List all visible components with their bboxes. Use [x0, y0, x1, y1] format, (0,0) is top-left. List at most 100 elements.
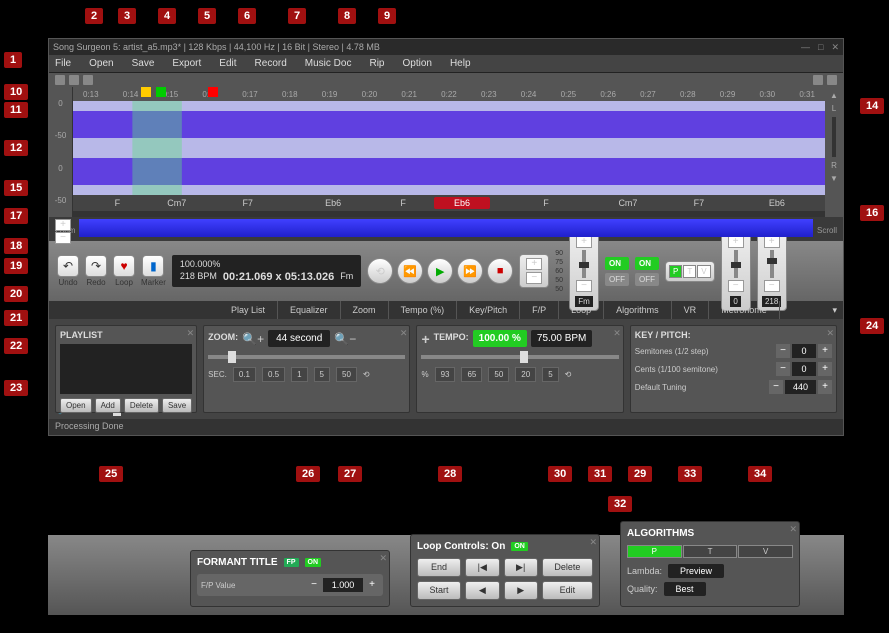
- zoom-preset-button[interactable]: 1: [291, 367, 307, 382]
- slider-thumb[interactable]: [767, 258, 777, 264]
- loop-on-button[interactable]: ON: [635, 257, 659, 270]
- maximize-icon[interactable]: □: [818, 42, 823, 53]
- marker-red-icon[interactable]: [208, 87, 218, 97]
- overview-waveform[interactable]: [79, 219, 813, 237]
- forward-button[interactable]: ⏩: [457, 258, 483, 284]
- tab-tempo[interactable]: Tempo (%): [389, 301, 458, 319]
- nav-up-icon[interactable]: ▲: [830, 91, 838, 100]
- tab-zoom[interactable]: Zoom: [341, 301, 389, 319]
- loop-edit-button[interactable]: Edit: [542, 581, 593, 600]
- loop-next-button[interactable]: ▶: [504, 581, 538, 600]
- zoom-in-button[interactable]: +: [55, 219, 71, 231]
- menu-export[interactable]: Export: [172, 58, 201, 69]
- waveform[interactable]: [73, 101, 825, 195]
- loop-prev-button[interactable]: ◀: [465, 581, 499, 600]
- panel-close-icon[interactable]: ✕: [589, 537, 597, 548]
- slider-thumb[interactable]: [731, 262, 741, 268]
- formant-minus-button[interactable]: −: [307, 578, 321, 592]
- loop-next-end-button[interactable]: ▶|: [504, 558, 538, 577]
- zoom-reset-icon[interactable]: ⟲: [363, 370, 370, 379]
- minimize-icon[interactable]: —: [801, 42, 810, 53]
- nav-down-icon[interactable]: ▼: [830, 174, 838, 183]
- zoom-slider[interactable]: [208, 355, 405, 359]
- metro-minus-button[interactable]: −: [764, 280, 780, 292]
- semi-plus-button[interactable]: +: [818, 344, 832, 358]
- record-button[interactable]: ■: [487, 258, 513, 284]
- fp-off-button[interactable]: OFF: [605, 273, 629, 286]
- menu-open[interactable]: Open: [89, 58, 113, 69]
- zoom-out-icon[interactable]: 🔍−: [334, 332, 356, 346]
- ptv-v-button[interactable]: V: [697, 265, 710, 278]
- loop-on-toggle[interactable]: ON: [511, 542, 528, 551]
- fp-on-button[interactable]: ON: [605, 257, 629, 270]
- playlist-save-button[interactable]: Save: [162, 398, 192, 413]
- undo-button[interactable]: ↶: [57, 255, 79, 277]
- redo-button[interactable]: ↷: [85, 255, 107, 277]
- restart-button[interactable]: ⟲: [367, 258, 393, 284]
- tempo-preset-button[interactable]: 50: [488, 367, 509, 382]
- zoom-preset-button[interactable]: 5: [314, 367, 330, 382]
- menu-save[interactable]: Save: [132, 58, 155, 69]
- marker-yellow-icon[interactable]: [141, 87, 151, 97]
- metro-plus-button[interactable]: +: [764, 236, 780, 248]
- tuning-minus-button[interactable]: −: [769, 380, 783, 394]
- quality-value[interactable]: Best: [664, 582, 706, 596]
- cents-plus-button[interactable]: +: [818, 362, 832, 376]
- metro-slider[interactable]: [770, 250, 774, 278]
- alg-p-button[interactable]: P: [627, 545, 682, 558]
- play-button[interactable]: ▶: [427, 258, 453, 284]
- alg-v-button[interactable]: V: [738, 545, 793, 558]
- panel-close-icon[interactable]: ✕: [400, 328, 408, 339]
- tempo-thumb[interactable]: [520, 351, 528, 363]
- tab-fp[interactable]: F/P: [520, 301, 559, 319]
- panel-close-icon[interactable]: ✕: [187, 328, 195, 339]
- playlist-list[interactable]: [60, 344, 192, 394]
- playlist-open-button[interactable]: Open: [60, 398, 92, 413]
- lambda-value[interactable]: Preview: [668, 564, 724, 578]
- marker-green-icon[interactable]: [156, 87, 166, 97]
- menu-record[interactable]: Record: [255, 58, 287, 69]
- menu-edit[interactable]: Edit: [219, 58, 236, 69]
- toolbar-icon[interactable]: [55, 75, 65, 85]
- tempo-slider[interactable]: [421, 355, 618, 359]
- tempo-reset-icon[interactable]: ⟲: [565, 370, 572, 379]
- loop-end-button[interactable]: End: [417, 558, 461, 577]
- tempo-plus-icon[interactable]: +: [421, 331, 429, 347]
- tempo-preset-button[interactable]: 5: [542, 367, 558, 382]
- loop-off-button[interactable]: OFF: [635, 273, 659, 286]
- vr-minus-button[interactable]: −: [728, 280, 744, 292]
- tempo-plus-button[interactable]: +: [526, 258, 542, 270]
- semi-minus-button[interactable]: −: [776, 344, 790, 358]
- tabs-expand-icon[interactable]: ▾: [832, 305, 843, 316]
- zoom-preset-button[interactable]: 50: [336, 367, 357, 382]
- tab-algorithms[interactable]: Algorithms: [604, 301, 672, 319]
- loop-prev-start-button[interactable]: |◀: [465, 558, 499, 577]
- panel-close-icon[interactable]: ✕: [826, 328, 834, 339]
- vr-plus-button[interactable]: +: [728, 236, 744, 248]
- tab-metronome[interactable]: Metronome: [709, 301, 780, 319]
- ptv-t-button[interactable]: T: [683, 265, 696, 278]
- marker-button[interactable]: ▮: [142, 255, 164, 277]
- tempo-preset-button[interactable]: 93: [435, 367, 456, 382]
- zoom-in-icon[interactable]: 🔍+: [242, 332, 264, 346]
- tempo-minus-button[interactable]: −: [526, 272, 542, 284]
- toolbar-icon[interactable]: [83, 75, 93, 85]
- tab-equalizer[interactable]: Equalizer: [278, 301, 341, 319]
- tempo-preset-button[interactable]: 20: [515, 367, 536, 382]
- key-plus-button[interactable]: +: [576, 236, 592, 248]
- toolbar-icon[interactable]: [69, 75, 79, 85]
- alg-t-button[interactable]: T: [683, 545, 738, 558]
- loop-button[interactable]: ♥: [113, 255, 135, 277]
- formant-plus-button[interactable]: +: [365, 578, 379, 592]
- tempo-preset-button[interactable]: 65: [461, 367, 482, 382]
- menu-option[interactable]: Option: [402, 58, 431, 69]
- tuning-plus-button[interactable]: +: [818, 380, 832, 394]
- panel-close-icon[interactable]: ✕: [789, 524, 797, 535]
- playlist-delete-button[interactable]: Delete: [124, 398, 159, 413]
- ptv-p-button[interactable]: P: [669, 265, 682, 278]
- menu-rip[interactable]: Rip: [369, 58, 384, 69]
- menu-file[interactable]: File: [55, 58, 71, 69]
- tab-vr[interactable]: VR: [672, 301, 710, 319]
- slider-thumb[interactable]: [579, 262, 589, 268]
- tab-playlist[interactable]: Play List: [219, 301, 278, 319]
